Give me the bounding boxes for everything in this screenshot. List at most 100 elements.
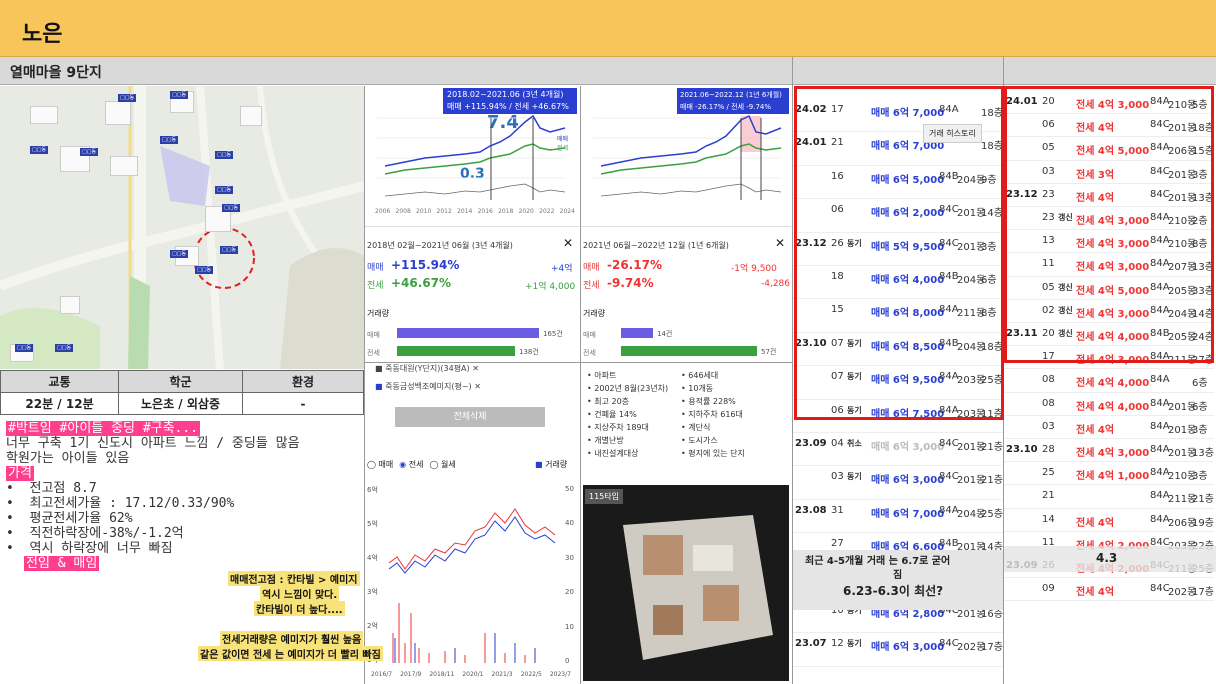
floor-plan <box>623 515 773 660</box>
highlight-box <box>1004 86 1214 363</box>
chart1-vol-sale-bar <box>397 328 539 338</box>
deal-note: 짐 <box>893 570 903 581</box>
deal-row[interactable]: 10 동기 매매 6억 2,800 84C 201동 16층 <box>793 605 1003 638</box>
note-yellow: 역시 느낌이 맞다. <box>260 586 340 601</box>
deal-ym: 23.07 <box>795 638 827 650</box>
chart1-period: 2018년 02월~2021년 06월 (3년 4개월) <box>367 241 513 250</box>
deal-floor: 6층 <box>1192 378 1208 390</box>
deal-d: 21 <box>1042 490 1055 502</box>
radio-monthly[interactable]: ◯ 월세 <box>430 459 456 470</box>
radio-sale[interactable]: ◯ 매매 <box>367 459 393 470</box>
chart1-lines <box>377 114 566 200</box>
deal-row[interactable]: 14 전세 4억 84A 206동 19층 <box>1004 514 1214 537</box>
info-school-value: 노은초 / 외삼중 <box>118 392 243 415</box>
chip-item[interactable]: ■ 죽동금성백조예미지(평~) ✕ <box>375 381 481 392</box>
deal-floor: 17층 <box>981 642 1003 654</box>
chart1-rent-label: 전세 <box>367 281 384 291</box>
plan-type-badge: 115타입 <box>585 489 623 504</box>
note-yellow: 칸타빌이 더 높다.... <box>254 601 345 616</box>
floor-plan-image[interactable]: 115타입 <box>583 485 789 681</box>
chart2-rent-label: 전세 <box>583 281 600 291</box>
deal-row[interactable]: 23.08 31 매매 6억 7,000 84A 204동 25층 <box>793 505 1003 538</box>
deal-floor: 6층 <box>1192 401 1208 413</box>
deal-type: 84A <box>1150 397 1170 409</box>
map-roads <box>0 86 364 369</box>
deal-row[interactable]: 25 전세 4억 1,000 84A 210동 3층 <box>1004 467 1214 490</box>
deal-row[interactable]: 23.07 12 동기 매매 6억 3,000 84C 202동 17층 <box>793 638 1003 671</box>
chart1-rent-amount: +1억 4,000 <box>525 282 576 292</box>
deal-tag: 동기 <box>847 639 862 649</box>
chart2-close-button[interactable]: ✕ <box>775 236 785 250</box>
notes-bullet: • 평균전세가율 62% <box>6 511 133 526</box>
chart2-vol-rent-bar <box>621 346 757 356</box>
deal-row[interactable]: 03 전세 4억 84A 201동 3층 <box>1004 421 1214 444</box>
chart1-sale-label: 매매 <box>367 263 384 273</box>
notes-block: #박트임 #아이들 중딩 #구축... 너무 구축 1기 신도시 아파트 느낌 … <box>6 421 386 571</box>
delete-all-button[interactable]: 전체삭제 <box>395 407 545 427</box>
chart1-vol-sale-label: 매매 <box>367 331 380 339</box>
deal-price: 전세 4억 4,000 <box>1076 401 1150 413</box>
chart2-rent-pct: -9.74% <box>607 276 654 290</box>
deal-price: 전세 4억 <box>1076 587 1115 599</box>
deal-type: 84A <box>1150 467 1170 479</box>
notes-bullet: • 역시 하락장에 너무 빠짐 <box>6 541 173 556</box>
radio-rent[interactable]: ◉ 전세 <box>399 459 423 470</box>
chart1-vol-sale-count: 165건 <box>543 330 563 338</box>
chart1-sale-pct: +115.94% <box>391 258 460 272</box>
deal-row[interactable]: 23.09 04 취소 매매 6억 3,000 84C 201동 21층 <box>793 438 1003 471</box>
deal-row[interactable]: 08 전세 4억 4,000 84A 201동 6층 <box>1004 398 1214 421</box>
deal-floor: 17층 <box>1192 587 1214 599</box>
volume-checkbox[interactable]: ■ 거래량 <box>535 459 567 470</box>
deal-d: 08 <box>1042 397 1055 409</box>
deal-type: 84A <box>1150 374 1170 386</box>
chart1-vol-rent-count: 138건 <box>519 348 539 356</box>
price-chart-panel-2: 2021.06~2022.12 (1년 6개월) 매매 -26.17% / 전세 … <box>581 86 791 362</box>
complex-title: 열매마을 9단지 <box>10 65 102 81</box>
info-environment-value: - <box>242 392 364 415</box>
apartment-info-panel: • 아파트 • 2002년 8월(23년차) • 최고 20층 • 건폐율 14% • … <box>581 363 791 684</box>
notes-highlight: 전임 & 매임 <box>24 556 100 571</box>
deal-row[interactable]: 03 동기 매매 6억 3,000 84C 201동 21층 <box>793 471 1003 504</box>
chart2-vol-rent-count: 57건 <box>761 348 777 356</box>
deal-overlay: 4.3 <box>1096 551 1118 565</box>
deal-ym: 23.08 <box>795 504 827 516</box>
deal-d: 31 <box>831 504 844 516</box>
deal-d: 27 <box>831 538 844 550</box>
info-header-school: 학군 <box>118 370 243 393</box>
page-title: 노은 <box>22 22 63 47</box>
chart2-rent-amount: -4,286 <box>761 279 791 289</box>
deal-row[interactable]: 08 전세 4억 4,000 84A 6층 <box>1004 374 1214 397</box>
comparison-chart <box>388 508 556 663</box>
chart1-rent-pct: +46.67% <box>391 276 452 290</box>
chart1-legend-rent: 전세 <box>557 145 569 152</box>
deal-row[interactable]: 09 전세 4억 84C 202동 17층 <box>1004 583 1214 606</box>
chart2-sale-label: 매매 <box>583 263 600 273</box>
deal-type: 84C <box>1150 583 1170 595</box>
deal-d: 04 <box>831 438 844 449</box>
deal-floor: 21층 <box>1192 494 1214 506</box>
apt-info-left: • 아파트 • 2002년 8월(23년차) • 최고 20층 • 건폐율 14% • … <box>587 371 669 458</box>
chip-item[interactable]: ■ 죽동대원(Y단지)(34평A) ✕ <box>375 363 479 374</box>
complex-map[interactable]: □□동 □□동 □□동 □□동 □□동 □□동 □□동 □□동 □□동 □□동 … <box>0 86 364 369</box>
deal-d: 12 <box>831 638 844 650</box>
note-yellow: 전세거래량은 예미지가 훨씬 높음 <box>220 631 364 646</box>
deal-type: 84A <box>939 504 959 516</box>
deal-tag: 취소 <box>847 439 862 448</box>
chart1-close-button[interactable]: ✕ <box>563 236 573 250</box>
deal-floor: 3층 <box>1192 471 1208 483</box>
deal-row[interactable]: 23.10 28 전세 4억 3,000 84A 201동 13층 <box>1004 444 1214 467</box>
comparison-yaxis-right: 50 40 30 20 10 0 <box>565 485 574 665</box>
chart2-lines <box>593 114 782 200</box>
deal-type: 84A <box>1150 513 1170 525</box>
type-radio-group: ◯ 매매 ◉ 전세 ◯ 월세 <box>367 459 456 470</box>
deal-type: 84A <box>1150 444 1170 455</box>
deal-d: 03 <box>1042 420 1055 432</box>
deal-type: 84B <box>939 538 959 550</box>
deal-price: 매매 6억 3,000 <box>871 642 945 654</box>
deal-type: 84A <box>1150 490 1170 502</box>
deal-type: 84C <box>939 638 959 650</box>
deal-floor: 13층 <box>1192 448 1214 459</box>
deal-price: 매매 6억 3,000 <box>871 442 945 453</box>
deal-d: 08 <box>1042 374 1055 386</box>
deal-row[interactable]: 21 84A 211동 21층 <box>1004 490 1214 513</box>
